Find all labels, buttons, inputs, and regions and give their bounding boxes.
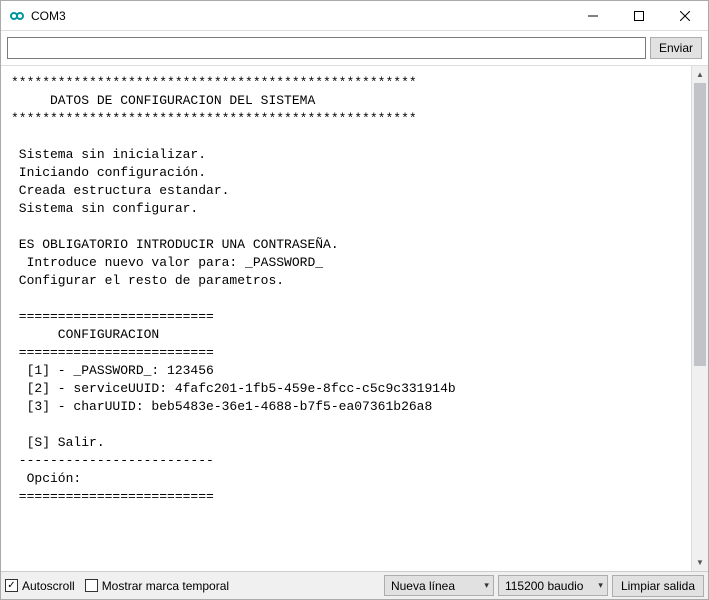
arduino-icon [9, 8, 25, 24]
scrollbar[interactable]: ▲ ▼ [691, 66, 708, 571]
checkbox-icon: ✓ [5, 579, 18, 592]
serial-input[interactable] [7, 37, 646, 59]
scroll-track[interactable] [692, 83, 708, 554]
chevron-down-icon: ▾ [484, 580, 489, 591]
clear-output-button[interactable]: Limpiar salida [612, 575, 704, 597]
serial-output: ****************************************… [1, 66, 691, 571]
autoscroll-label: Autoscroll [22, 579, 75, 593]
timestamp-label: Mostrar marca temporal [102, 579, 229, 593]
autoscroll-checkbox[interactable]: ✓ Autoscroll [5, 579, 75, 593]
scroll-down-icon[interactable]: ▼ [692, 554, 708, 571]
checkbox-icon [85, 579, 98, 592]
scroll-up-icon[interactable]: ▲ [692, 66, 708, 83]
window-title: COM3 [31, 9, 66, 23]
scroll-thumb[interactable] [694, 83, 706, 366]
line-ending-value: Nueva línea [391, 579, 455, 593]
timestamp-checkbox[interactable]: Mostrar marca temporal [85, 579, 229, 593]
send-row: Enviar [1, 31, 708, 66]
line-ending-select[interactable]: Nueva línea ▾ [384, 575, 494, 596]
minimize-button[interactable] [570, 1, 616, 31]
output-area: ****************************************… [1, 66, 708, 571]
footer-bar: ✓ Autoscroll Mostrar marca temporal Nuev… [1, 571, 708, 599]
chevron-down-icon: ▾ [598, 580, 603, 591]
maximize-button[interactable] [616, 1, 662, 31]
send-button[interactable]: Enviar [650, 37, 702, 59]
titlebar: COM3 [1, 1, 708, 31]
baud-value: 115200 baudio [505, 579, 584, 593]
close-button[interactable] [662, 1, 708, 31]
baud-select[interactable]: 115200 baudio ▾ [498, 575, 608, 596]
